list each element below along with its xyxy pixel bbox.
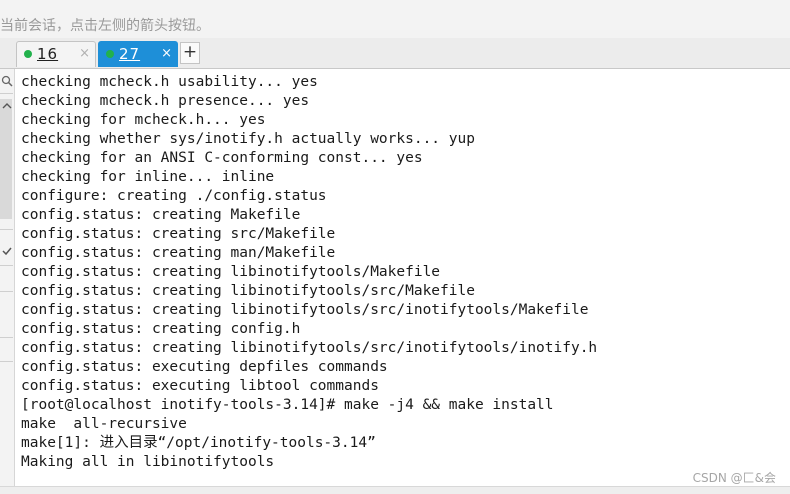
session-tab-label: 16	[37, 45, 59, 63]
tab-bar: 16 × 27 × +	[0, 38, 790, 69]
divider	[0, 93, 13, 94]
divider	[0, 337, 13, 338]
terminal-line: config.status: executing libtool command…	[21, 378, 379, 394]
session-tab-label: 27	[119, 45, 141, 63]
terminal-line: Making all in libinotifytools	[21, 454, 275, 470]
terminal-line: checking for inline... inline	[21, 169, 275, 185]
search-icon[interactable]	[1, 75, 13, 87]
terminal-line: configure: creating ./config.status	[21, 188, 327, 204]
close-icon[interactable]: ×	[161, 42, 172, 66]
terminal-line: config.status: executing depfiles comman…	[21, 359, 388, 375]
terminal-line: make all-recursive	[21, 416, 187, 432]
close-icon[interactable]: ×	[79, 42, 90, 66]
terminal-line: config.status: creating src/Makefile	[21, 226, 336, 242]
divider	[0, 265, 13, 266]
chevron-up-icon[interactable]	[1, 101, 13, 111]
hint-text: 当前会话，点击左侧的箭头按钮。	[0, 18, 210, 34]
terminal-line: checking mcheck.h usability... yes	[21, 74, 318, 90]
terminal-line: checking for mcheck.h... yes	[21, 112, 266, 128]
hint-bar: 当前会话，点击左侧的箭头按钮。	[0, 0, 790, 39]
terminal-line: [root@localhost inotify-tools-3.14]# mak…	[21, 397, 554, 413]
divider	[0, 291, 13, 292]
terminal-line: config.status: creating libinotifytools/…	[21, 302, 589, 318]
terminal-line: checking mcheck.h presence... yes	[21, 93, 310, 109]
terminal-line: config.status: creating Makefile	[21, 207, 301, 223]
scrollbar-thumb[interactable]	[0, 99, 12, 219]
session-tab-2[interactable]: 27 ×	[98, 41, 178, 67]
divider	[0, 361, 13, 362]
terminal-line: config.status: creating config.h	[21, 321, 301, 337]
terminal-line: make[1]: 进入目录“/opt/inotify-tools-3.14”	[21, 435, 376, 451]
session-tab-1[interactable]: 16 ×	[16, 41, 96, 67]
session-sidebar-strip	[0, 69, 15, 493]
status-dot-icon	[24, 50, 32, 58]
terminal-line: config.status: creating libinotifytools/…	[21, 283, 475, 299]
new-tab-button[interactable]: +	[180, 42, 200, 64]
terminal-line: checking whether sys/inotify.h actually …	[21, 131, 475, 147]
watermark: CSDN @匚&会	[692, 471, 776, 485]
terminal-line: config.status: creating man/Makefile	[21, 245, 336, 261]
terminal-line: config.status: creating libinotifytools/…	[21, 264, 441, 280]
divider	[0, 229, 13, 230]
terminal-line: checking for an ANSI C-conforming const.…	[21, 150, 423, 166]
check-icon	[2, 247, 12, 256]
terminal-line: config.status: creating libinotifytools/…	[21, 340, 598, 356]
status-dot-icon	[106, 50, 114, 58]
terminal-output[interactable]: checking mcheck.h usability... yes checki…	[15, 69, 790, 484]
